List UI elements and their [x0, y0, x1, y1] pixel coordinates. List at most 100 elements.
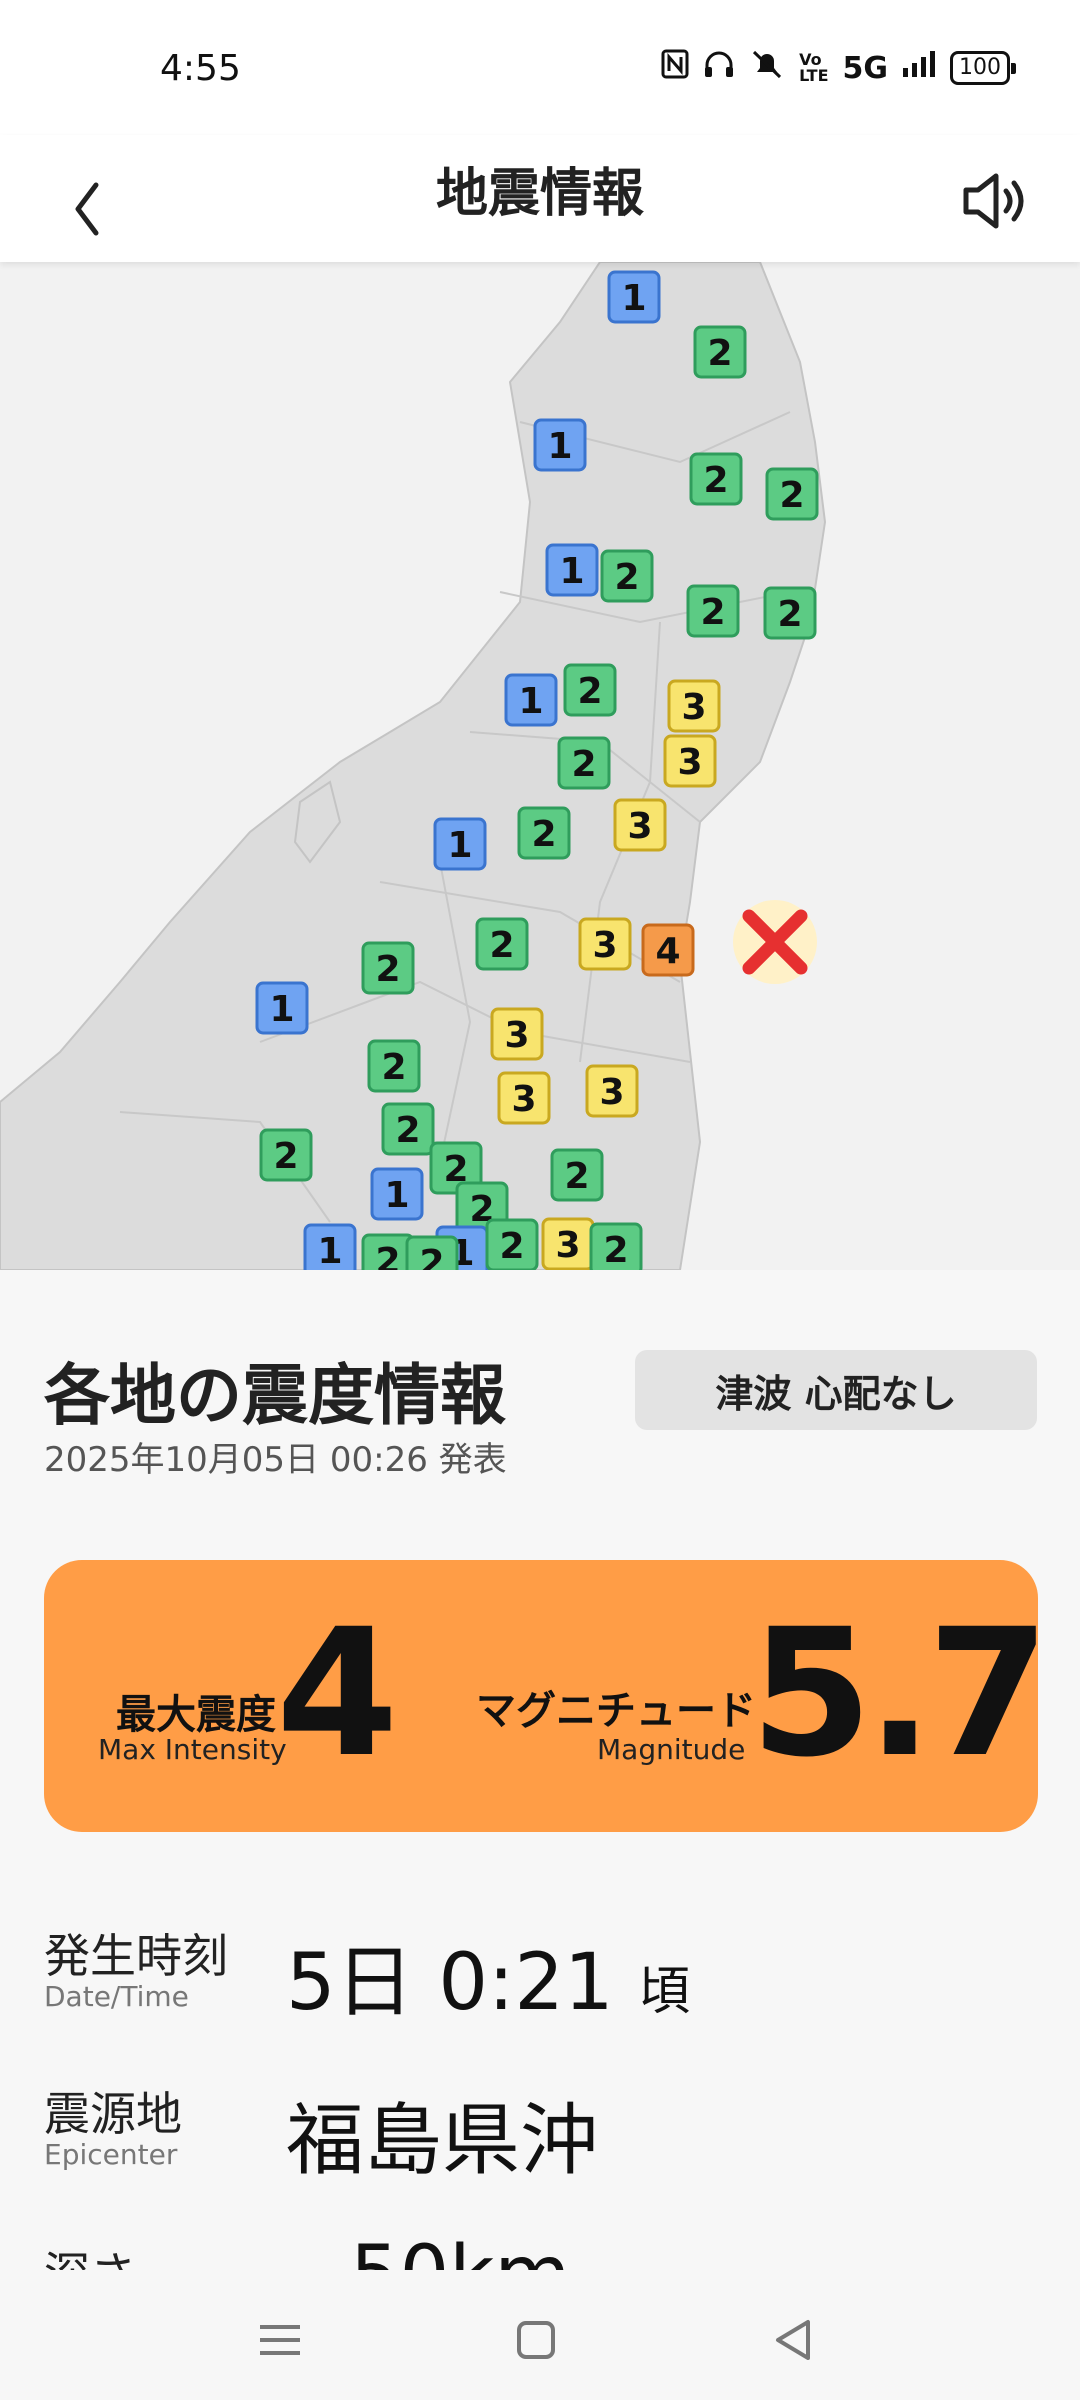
intensity-marker: 3	[541, 1217, 595, 1270]
intensity-marker: 1	[370, 1167, 424, 1221]
intensity-marker-label: 2	[419, 1243, 444, 1270]
status-icons: Vo LTE 5G 100	[661, 48, 1016, 88]
intensity-marker: 2	[563, 663, 617, 717]
intensity-marker-label: 3	[599, 1072, 624, 1113]
app-header: 地震情報	[0, 135, 1080, 262]
page-title: 地震情報	[435, 164, 644, 224]
tsunami-status-button[interactable]: 津波 心配なし	[635, 1350, 1037, 1430]
magnitude-label-en: Magnitude	[597, 1733, 746, 1766]
datetime-label: 発生時刻	[44, 1929, 228, 1983]
intensity-marker: 2	[765, 467, 819, 521]
intensity-marker: 2	[600, 549, 654, 603]
max-intensity-label: 最大震度	[116, 1692, 276, 1738]
home-button[interactable]	[506, 2310, 566, 2370]
intensity-marker: 3	[497, 1071, 551, 1125]
intensity-marker-label: 4	[655, 931, 680, 972]
epicenter-marker	[733, 900, 817, 984]
intensity-marker-label: 2	[777, 594, 802, 635]
intensity-marker: 1	[533, 418, 587, 472]
intensity-marker-label: 1	[447, 825, 472, 866]
intensity-marker-label: 3	[627, 806, 652, 847]
intensity-marker-label: 2	[577, 671, 602, 712]
intensity-marker: 2	[361, 941, 415, 995]
intensity-marker: 1	[303, 1223, 357, 1270]
intensity-marker: 1	[433, 817, 487, 871]
intensity-marker-label: 2	[707, 333, 732, 374]
network-label: 5G	[842, 50, 889, 86]
intensity-marker-label: 2	[499, 1226, 524, 1267]
intensity-marker-label: 1	[269, 989, 294, 1030]
battery-icon: 100	[950, 51, 1016, 85]
intensity-marker: 3	[667, 679, 721, 733]
datetime-value-row: 5日 0:21 頃	[286, 1920, 690, 2032]
intensity-marker: 2	[589, 1222, 643, 1270]
intensity-marker-label: 2	[531, 814, 556, 855]
intensity-marker: 3	[578, 917, 632, 971]
max-intensity-value: 4	[276, 1591, 399, 1796]
intensity-marker: 2	[550, 1148, 604, 1202]
intensity-marker: 4	[641, 923, 695, 977]
datetime-suffix: 頃	[638, 1962, 691, 2022]
volte-icon: Vo LTE	[799, 50, 829, 85]
menu-button[interactable]	[250, 2310, 310, 2370]
intensity-marker-label: 2	[489, 925, 514, 966]
intensity-marker-label: 1	[559, 551, 584, 592]
square-home-icon	[517, 2321, 555, 2359]
menu-icon	[260, 2325, 300, 2355]
summary-card: 最大震度 Max Intensity 4 マグニチュード Magnitude 5…	[44, 1560, 1050, 1832]
intensity-marker-label: 3	[555, 1225, 580, 1266]
intensity-marker-label: 3	[511, 1079, 536, 1120]
intensity-marker: 2	[259, 1128, 313, 1182]
intensity-marker-label: 2	[395, 1110, 420, 1151]
epicenter-value: 福島県沖	[286, 2096, 599, 2186]
signal-icon	[902, 50, 936, 86]
mute-bell-icon	[749, 48, 785, 88]
intensity-marker: 2	[517, 806, 571, 860]
japan-map: 1212 21 22 21 2 32 31 2 32 3 421323 32221 221 1 2 3 22 2	[0, 262, 827, 1270]
intensity-map[interactable]: 121221222123231232342132332221221123222	[0, 262, 1080, 1270]
intensity-marker: 3	[585, 1064, 639, 1118]
epicenter-label: 震源地	[44, 2087, 182, 2141]
intensity-marker-label: 2	[779, 475, 804, 516]
intensity-marker-label: 2	[603, 1230, 628, 1270]
triangle-back-icon	[776, 2320, 810, 2360]
system-back-button[interactable]	[764, 2310, 824, 2370]
intensity-marker-label: 1	[317, 1231, 342, 1270]
intensity-marker-label: 3	[592, 925, 617, 966]
intensity-marker-label: 2	[614, 557, 639, 598]
intensity-marker-label: 1	[547, 426, 572, 467]
intensity-marker: 2	[367, 1039, 421, 1093]
system-nav-bar	[0, 2270, 1080, 2400]
info-panel: 各地の震度情報 津波 心配なし 2025年10月05日 00:26 発表 最大震…	[0, 1270, 1080, 2320]
datetime-value: 5日 0:21	[286, 1938, 614, 2028]
intensity-marker: 2	[686, 584, 740, 638]
intensity-marker: 1	[255, 981, 309, 1035]
intensity-marker: 2	[475, 917, 529, 971]
intensity-marker: 2	[485, 1218, 539, 1270]
nfc-icon	[661, 49, 689, 87]
sound-toggle-button[interactable]	[950, 155, 1040, 245]
intensity-marker-label: 2	[273, 1136, 298, 1177]
intensity-marker-label: 2	[703, 460, 728, 501]
intensity-marker-label: 3	[681, 687, 706, 728]
published-timestamp: 2025年10月05日 00:26 発表	[44, 1440, 507, 1480]
intensity-marker-label: 3	[677, 742, 702, 783]
intensity-marker: 2	[693, 325, 747, 379]
section-title: 各地の震度情報	[44, 1357, 506, 1434]
intensity-marker-label: 2	[700, 592, 725, 633]
status-time: 4:55	[160, 48, 241, 89]
epicenter-label-en: Epicenter	[44, 2138, 178, 2171]
max-intensity-label-en: Max Intensity	[98, 1733, 287, 1766]
intensity-marker-label: 1	[621, 278, 646, 319]
intensity-marker: 2	[405, 1235, 459, 1270]
intensity-marker: 1	[545, 543, 599, 597]
intensity-marker: 3	[490, 1007, 544, 1061]
intensity-marker: 2	[763, 586, 817, 640]
status-bar: 4:55 Vo LTE 5G 100	[0, 0, 1080, 135]
intensity-marker-label: 1	[384, 1175, 409, 1216]
intensity-marker-label: 3	[504, 1015, 529, 1056]
intensity-marker-label: 2	[375, 1241, 400, 1270]
intensity-marker: 1	[504, 673, 558, 727]
intensity-marker: 1	[607, 270, 661, 324]
magnitude-label: マグニチュード	[476, 1688, 756, 1734]
